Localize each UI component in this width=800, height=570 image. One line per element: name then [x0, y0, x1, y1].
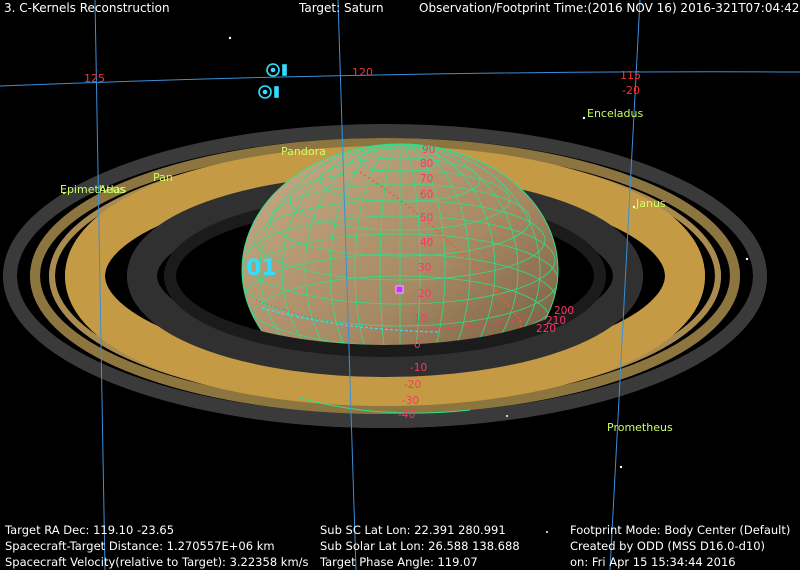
footprint-square-icon[interactable] [395, 285, 404, 294]
spacecraft-target-distance: Spacecraft-Target Distance: 1.270557E+06… [5, 539, 275, 553]
sub-sc-lat-lon: Sub SC Lat Lon: 22.391 280.991 [320, 523, 506, 537]
moon-label-pan[interactable]: Pan [153, 171, 173, 184]
lat-label-80: 80 [420, 158, 434, 170]
moon-label-janus[interactable]: Janus [636, 197, 666, 210]
lat-label-60: 60 [420, 189, 434, 201]
moon-label-pandora[interactable]: Pandora [281, 145, 326, 158]
lat-label-40: 40 [420, 237, 434, 249]
target-ra-dec: Target RA Dec: 119.10 -23.65 [5, 523, 175, 537]
window-title: 3. C-Kernels Reconstruction [4, 1, 170, 15]
saturn-scene[interactable] [0, 0, 800, 570]
ra-label-125: 125 [84, 72, 105, 85]
lat-label-m40: -40 [398, 409, 416, 421]
lat-label-m30: -30 [402, 395, 420, 407]
lat-label-m20: -20 [404, 379, 422, 391]
lat-label-20: 20 [418, 288, 432, 300]
target-marker-icon[interactable] [266, 63, 287, 77]
footprint-mode: Footprint Mode: Body Center (Default) [570, 523, 791, 537]
created-by: Created by ODD (MSS D16.0-d10) [570, 539, 766, 553]
moon-label-prometheus[interactable]: Prometheus [607, 421, 673, 434]
created-on: on: Fri Apr 15 15:34:44 2016 [570, 555, 736, 569]
ra-label-120: 120 [352, 66, 373, 79]
observation-time: Observation/Footprint Time:(2016 NOV 16)… [419, 1, 800, 15]
lat-label-30: 30 [418, 262, 432, 274]
ra-label-115: 115 [620, 69, 641, 82]
moon-label-atlas[interactable]: Atlas [99, 183, 126, 196]
lat-label-0: 0 [414, 339, 421, 351]
target-phase-angle: Target Phase Angle: 119.07 [320, 555, 478, 569]
spacecraft-label[interactable]: 01 [246, 256, 277, 281]
dec-label-m20: -20 [622, 84, 640, 97]
sub-solar-lat-lon: Sub Solar Lat Lon: 26.588 138.688 [320, 539, 520, 553]
lat-label-70: 70 [420, 173, 434, 185]
lat-label-m10: -10 [410, 362, 428, 374]
sun-marker-icon[interactable] [258, 85, 279, 99]
moon-label-enceladus[interactable]: Enceladus [587, 107, 643, 120]
lon-label-220: 220 [536, 323, 557, 335]
target-name: Target: Saturn [299, 1, 384, 15]
lat-label-90: 90 [422, 144, 436, 156]
lat-label-10: 10 [414, 313, 428, 325]
lat-label-50: 50 [420, 212, 434, 224]
spacecraft-velocity: Spacecraft Velocity(relative to Target):… [5, 555, 309, 569]
